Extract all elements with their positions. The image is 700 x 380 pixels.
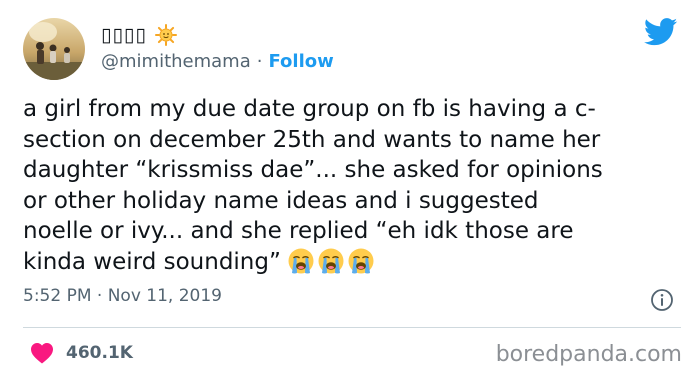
divider — [23, 327, 681, 328]
avatar[interactable] — [23, 18, 85, 80]
handle-row: @mimithemama · Follow — [101, 48, 334, 74]
loudly-crying-face-icon — [287, 247, 315, 275]
twitter-bird-icon[interactable] — [643, 18, 678, 46]
separator-dot: · — [256, 50, 263, 72]
name-row: ▯▯▯▯ — [101, 20, 177, 50]
like-count: 460.1K — [66, 343, 133, 363]
loudly-crying-face-icon — [347, 247, 375, 275]
tweet-timestamp[interactable]: 5:52 PM · Nov 11, 2019 — [23, 286, 222, 306]
loudly-crying-face-icon — [317, 247, 345, 275]
follow-button[interactable]: Follow — [268, 51, 333, 72]
user-handle[interactable]: @mimithemama — [101, 51, 251, 72]
crying-emojis — [287, 247, 375, 275]
watermark: boredpanda.com — [495, 342, 682, 367]
info-icon[interactable] — [650, 288, 674, 312]
like-button[interactable]: 460.1K — [30, 340, 133, 366]
display-name[interactable]: ▯▯▯▯ — [101, 24, 147, 46]
tweet-text: a girl from my due date group on fb is h… — [23, 94, 683, 277]
tweet-card: ▯▯▯▯ @mimithemama · Follow a girl from m… — [0, 0, 700, 380]
heart-icon — [30, 342, 54, 364]
sun-emoji-icon — [154, 24, 177, 46]
